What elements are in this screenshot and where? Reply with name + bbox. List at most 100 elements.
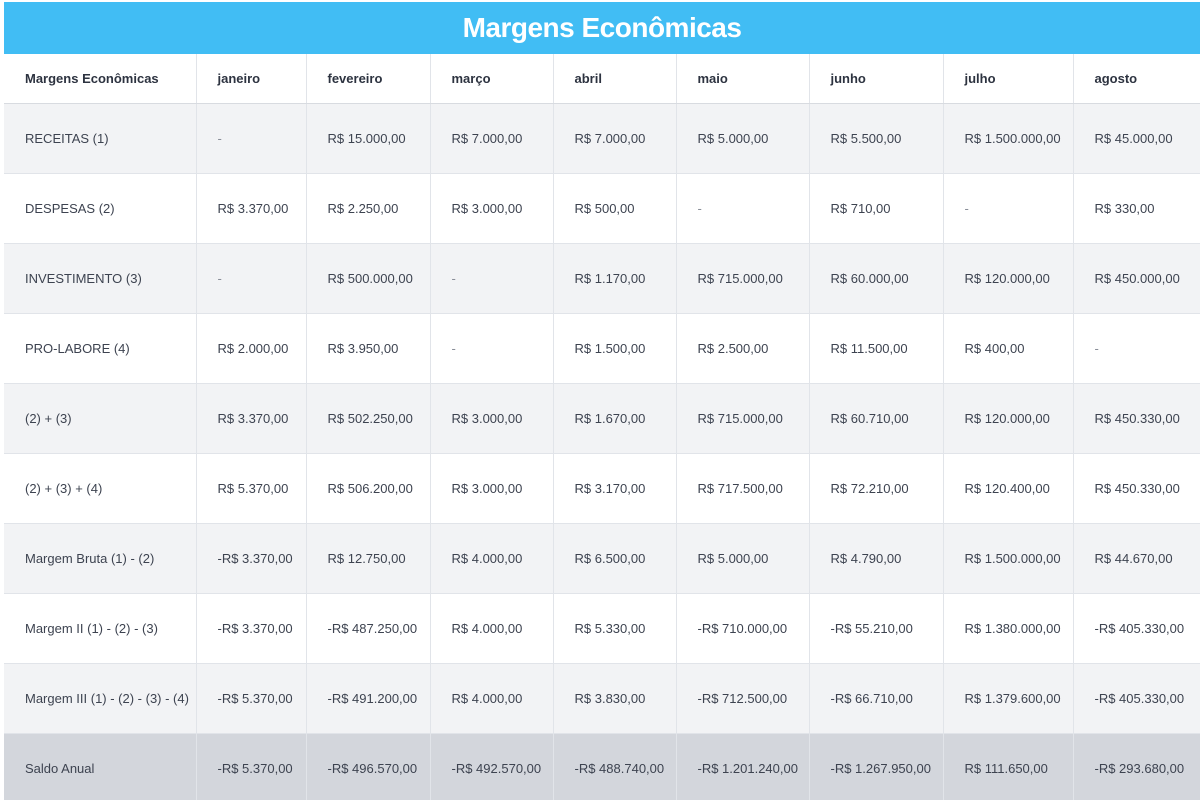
table-cell: -R$ 488.740,00 [553, 733, 677, 800]
table-cell: -R$ 55.210,00 [809, 593, 944, 664]
table-cell: -R$ 1.201.240,00 [676, 733, 810, 800]
table-cell: R$ 1.670,00 [553, 383, 677, 454]
table-cell: -R$ 712.500,00 [676, 663, 810, 734]
table-cell: R$ 60.710,00 [809, 383, 944, 454]
row-label: RECEITAS (1) [4, 103, 197, 174]
table-cell: R$ 12.750,00 [306, 523, 431, 594]
column-header-maio: maio [676, 54, 810, 104]
table-cell: - [430, 243, 554, 314]
table-cell: R$ 11.500,00 [809, 313, 944, 384]
table-body: RECEITAS (1) - R$ 15.000,00 R$ 7.000,00 R$ 7… [4, 103, 1200, 800]
table-cell: R$ 5.330,00 [553, 593, 677, 664]
table-cell: R$ 2.000,00 [196, 313, 307, 384]
table-cell: -R$ 492.570,00 [430, 733, 554, 800]
table-cell: - [430, 313, 554, 384]
table-row: (2) + (3) R$ 3.370,00 R$ 502.250,00 R$ 3.00… [4, 383, 1200, 454]
table-cell: -R$ 3.370,00 [196, 593, 307, 664]
table-row: (2) + (3) + (4) R$ 5.370,00 R$ 506.200,00 R… [4, 453, 1200, 524]
table-cell: R$ 2.500,00 [676, 313, 810, 384]
table-cell: -R$ 405.330,00 [1073, 663, 1200, 734]
total-row: Saldo Anual -R$ 5.370,00 -R$ 496.570,00 -R$… [4, 733, 1200, 800]
row-label: DESPESAS (2) [4, 173, 197, 244]
table-cell: R$ 330,00 [1073, 173, 1200, 244]
table-cell: R$ 111.650,00 [943, 733, 1074, 800]
table-cell: R$ 450.330,00 [1073, 453, 1200, 524]
table-cell: R$ 2.250,00 [306, 173, 431, 244]
table-cell: - [943, 173, 1074, 244]
column-header-fevereiro: fevereiro [306, 54, 431, 104]
column-header-junho: junho [809, 54, 944, 104]
table-cell: R$ 120.400,00 [943, 453, 1074, 524]
table-cell: R$ 5.000,00 [676, 523, 810, 594]
table-cell: R$ 1.380.000,00 [943, 593, 1074, 664]
table-cell: R$ 500,00 [553, 173, 677, 244]
table-row: PRO-LABORE (4) R$ 2.000,00 R$ 3.950,00- R$ … [4, 313, 1200, 384]
row-label: Saldo Anual [4, 733, 197, 800]
table-cell: - [196, 243, 307, 314]
table-cell: -R$ 496.570,00 [306, 733, 431, 800]
table-cell: R$ 400,00 [943, 313, 1074, 384]
table-cell: R$ 450.330,00 [1073, 383, 1200, 454]
row-label: Margem III (1) - (2) - (3) - (4) [4, 663, 197, 734]
table-header-row: Margens Econômicas janeiro fevereiro mar… [4, 54, 1200, 104]
column-header-marco: março [430, 54, 554, 104]
table-cell: R$ 4.000,00 [430, 663, 554, 734]
table-cell: R$ 3.000,00 [430, 173, 554, 244]
table-cell: R$ 3.370,00 [196, 383, 307, 454]
row-label: Margem II (1) - (2) - (3) [4, 593, 197, 664]
table-cell: R$ 15.000,00 [306, 103, 431, 174]
table-row: Margem III (1) - (2) - (3) - (4) -R$ 5.37… [4, 663, 1200, 734]
table-row: RECEITAS (1) - R$ 15.000,00 R$ 7.000,00 R$ 7… [4, 103, 1200, 174]
table-cell: R$ 60.000,00 [809, 243, 944, 314]
table-cell: R$ 502.250,00 [306, 383, 431, 454]
table-cell: R$ 1.500.000,00 [943, 103, 1074, 174]
table-cell: R$ 1.170,00 [553, 243, 677, 314]
table-cell: R$ 3.830,00 [553, 663, 677, 734]
table-cell: R$ 120.000,00 [943, 243, 1074, 314]
table-cell: R$ 3.170,00 [553, 453, 677, 524]
table-cell: -R$ 5.370,00 [196, 663, 307, 734]
table-cell: R$ 3.000,00 [430, 453, 554, 524]
row-label: (2) + (3) + (4) [4, 453, 197, 524]
column-header-agosto: agosto [1073, 54, 1200, 104]
table-cell: R$ 1.379.600,00 [943, 663, 1074, 734]
table-cell: R$ 120.000,00 [943, 383, 1074, 454]
table-cell: R$ 717.500,00 [676, 453, 810, 524]
column-header-julho: julho [943, 54, 1074, 104]
table-cell: R$ 45.000,00 [1073, 103, 1200, 174]
table-cell: -R$ 66.710,00 [809, 663, 944, 734]
column-header-abril: abril [553, 54, 677, 104]
table-cell: -R$ 491.200,00 [306, 663, 431, 734]
table-cell: R$ 6.500,00 [553, 523, 677, 594]
table-cell: R$ 3.000,00 [430, 383, 554, 454]
table-cell: -R$ 710.000,00 [676, 593, 810, 664]
table-cell: R$ 450.000,00 [1073, 243, 1200, 314]
row-label: Margem Bruta (1) - (2) [4, 523, 197, 594]
table-cell: R$ 1.500.000,00 [943, 523, 1074, 594]
column-header-label: Margens Econômicas [4, 54, 197, 104]
table-cell: R$ 5.500,00 [809, 103, 944, 174]
row-label: (2) + (3) [4, 383, 197, 454]
column-header-janeiro: janeiro [196, 54, 307, 104]
table-cell: R$ 4.000,00 [430, 593, 554, 664]
row-label: PRO-LABORE (4) [4, 313, 197, 384]
table-cell: -R$ 3.370,00 [196, 523, 307, 594]
margins-page: Margens Econômicas Margens Econômicas ja… [0, 0, 1200, 800]
table-cell: -R$ 1.267.950,00 [809, 733, 944, 800]
table-cell: R$ 5.000,00 [676, 103, 810, 174]
table-cell: - [196, 103, 307, 174]
table-cell: -R$ 487.250,00 [306, 593, 431, 664]
table-row: DESPESAS (2) R$ 3.370,00 R$ 2.250,00 R$ 3.0… [4, 173, 1200, 244]
table-cell: R$ 710,00 [809, 173, 944, 244]
table-cell: R$ 7.000,00 [553, 103, 677, 174]
table-cell: R$ 5.370,00 [196, 453, 307, 524]
table-cell: R$ 72.210,00 [809, 453, 944, 524]
table-cell: -R$ 405.330,00 [1073, 593, 1200, 664]
table-cell: R$ 44.670,00 [1073, 523, 1200, 594]
table-cell: R$ 4.000,00 [430, 523, 554, 594]
table-cell: - [1073, 313, 1200, 384]
table-cell: -R$ 293.680,00 [1073, 733, 1200, 800]
table-cell: R$ 3.370,00 [196, 173, 307, 244]
table-row: INVESTIMENTO (3) - R$ 500.000,00- R$ 1.170,… [4, 243, 1200, 314]
table-cell: R$ 715.000,00 [676, 383, 810, 454]
